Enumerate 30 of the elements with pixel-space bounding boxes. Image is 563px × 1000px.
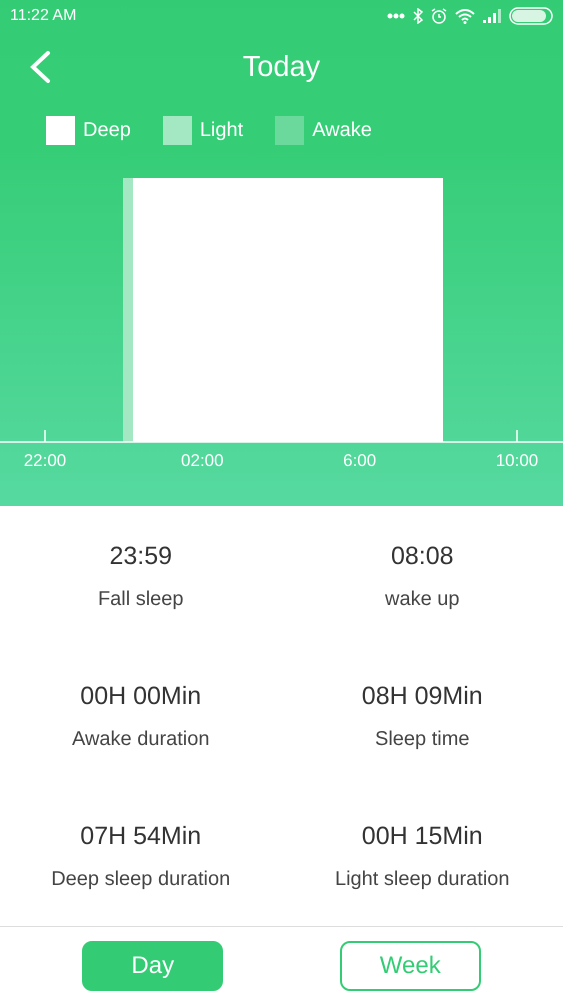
stat-value: 00H 00Min: [80, 681, 202, 712]
alarm-icon: [431, 8, 447, 24]
stat-label: wake up: [385, 586, 460, 612]
signal-icon: [483, 9, 501, 23]
stat-value: 08:08: [390, 541, 454, 572]
status-time: 11:22 AM: [10, 6, 76, 26]
axis-label: 02:00: [181, 451, 224, 470]
page-title: Today: [242, 50, 320, 86]
legend-label: Awake: [312, 118, 372, 143]
back-icon[interactable]: [28, 50, 52, 84]
stat-value: 00H 15Min: [362, 821, 483, 852]
legend-label: Deep: [83, 118, 131, 143]
stat-value: 07H 54Min: [80, 821, 202, 852]
axis-label: 10:00: [496, 451, 538, 470]
period-tab[interactable]: Day: [82, 940, 224, 990]
battery-icon: [509, 7, 553, 25]
legend-label: Light: [200, 118, 244, 143]
more-icon: [387, 13, 405, 19]
stat-value: 08H 09Min: [362, 681, 483, 712]
stat-value: 23:59: [109, 541, 172, 572]
stat-label: Awake duration: [72, 726, 210, 752]
stat-label: Fall sleep: [98, 586, 184, 612]
stat-label: Sleep time: [375, 726, 470, 752]
wifi-icon: [455, 8, 475, 24]
axis-label: 6:00: [343, 451, 376, 470]
axis-label: 22:00: [24, 451, 66, 470]
stat-label: Deep sleep duration: [51, 866, 230, 892]
bluetooth-icon: [413, 8, 423, 24]
stat-label: Light sleep duration: [334, 866, 510, 892]
period-tab[interactable]: Week: [340, 940, 481, 990]
